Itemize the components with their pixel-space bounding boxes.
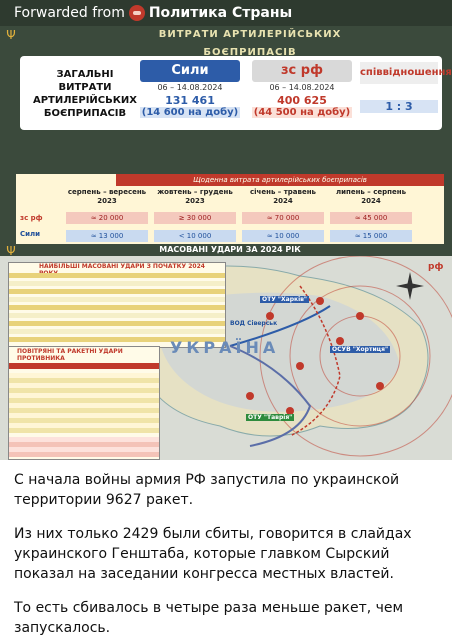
rf-date: 06 – 14.08.2024 <box>269 83 335 92</box>
map-tag: ОТУ "Таврія" <box>246 414 295 421</box>
missile-strikes-table: ПОВІТРЯНІ ТА РАКЕТНІ УДАРИ ПРОТИВНИКА <box>8 346 160 460</box>
strikes-table: НАЙБІЛЬШІ МАСОВАНІ УДАРИ З ПОЧАТКУ 2024 … <box>8 262 226 348</box>
paragraph-3: То есть сбивалось в четыре раза меньше р… <box>14 600 404 636</box>
forwarded-label: Forwarded from <box>14 5 125 21</box>
uk-cell: < 10 000 <box>154 230 236 242</box>
defense-date: 06 – 14.08.2024 <box>157 83 223 92</box>
defense-head: Сили оборони <box>140 60 240 100</box>
missile-table-caption: ПОВІТРЯНІ ТА РАКЕТНІ УДАРИ ПРОТИВНИКА <box>17 348 123 362</box>
uk-cell: ≈ 15 000 <box>330 230 412 242</box>
photo-ammo-slide[interactable]: Ψ ВИТРАТИ АРТИЛЕРІЙСЬКИХ БОЄПРИПАСІВ ЗАГ… <box>0 26 452 246</box>
country-label: УКРАЇНА <box>170 338 280 357</box>
daily-expenses-table: Щоденна витрата артилерійських боєприпас… <box>16 174 444 244</box>
paragraph-2: Из них только 2429 были сбиты, говорится… <box>14 526 412 582</box>
rf-total: 400 625 <box>277 94 327 107</box>
period-header: жовтень – грудень 2023 <box>157 188 233 205</box>
total-expenses-panel: ЗАГАЛЬНІ ВИТРАТИ АРТИЛЕРІЙСЬКИХ БОЄПРИПА… <box>20 56 452 130</box>
message-bubble: Forwarded from Политика Страны Ψ ВИТРАТИ… <box>0 0 452 640</box>
rf-cell: ≈ 45 000 <box>330 212 412 224</box>
paragraph-1: С начала войны армия РФ запустила по укр… <box>14 472 400 508</box>
ratio-head: співвідношення <box>360 62 452 84</box>
trident-icon: Ψ <box>6 246 16 258</box>
rf-cell: ≈ 20 000 <box>66 212 148 224</box>
photo-strikes-map[interactable]: Ψ МАСОВАНІ УДАРИ ЗА 2024 РІК НАЙБІЛЬШІ М… <box>0 246 452 460</box>
map-title: МАСОВАНІ УДАРИ ЗА 2024 РІК <box>159 246 301 254</box>
rf-map-label: рф <box>428 262 444 272</box>
map-tag: ВОД Сіверськ <box>230 320 278 327</box>
rf-cell: ≈ 70 000 <box>242 212 324 224</box>
daily-title: Щоденна витрата артилерійських боєприпас… <box>116 174 444 186</box>
rf-cell: ≥ 30 000 <box>154 212 236 224</box>
defense-column: Сили оборони 06 – 14.08.2024 131 461 (14… <box>140 60 240 118</box>
channel-avatar[interactable] <box>128 5 145 21</box>
trident-icon: Ψ <box>6 28 16 42</box>
period-header: січень – травень 2024 <box>250 188 316 205</box>
row-label: ЗАГАЛЬНІ ВИТРАТИ АРТИЛЕРІЙСЬКИХ БОЄПРИПА… <box>32 69 138 119</box>
period-header: серпень – вересень 2023 <box>67 188 147 205</box>
slide-title: ВИТРАТИ АРТИЛЕРІЙСЬКИХ БОЄПРИПАСІВ <box>158 29 342 58</box>
uk-cell: ≈ 13 000 <box>66 230 148 242</box>
period-header: липень – серпень 2024 <box>335 188 406 205</box>
rf-per-day: (44 500 на добу) <box>252 107 352 118</box>
uk-cell: ≈ 10 000 <box>242 230 324 242</box>
channel-name[interactable]: Политика Страны <box>149 5 292 21</box>
map-tag: ОСУВ "Хортиця" <box>330 346 391 353</box>
map-tag: ОТУ "Харків" <box>260 296 310 303</box>
defense-total: 131 461 <box>165 94 215 107</box>
ratio-value: 1 : 3 <box>360 100 438 113</box>
defense-per-day: (14 600 на добу) <box>140 107 240 118</box>
rf-column: зс рф 06 – 14.08.2024 400 625 (44 500 на… <box>252 60 352 118</box>
forwarded-header[interactable]: Forwarded from Политика Страны <box>0 0 452 26</box>
uk-row-label: Сили <box>20 230 41 238</box>
rf-row-label: зс рф <box>20 214 43 222</box>
rf-head: зс рф <box>252 60 352 82</box>
